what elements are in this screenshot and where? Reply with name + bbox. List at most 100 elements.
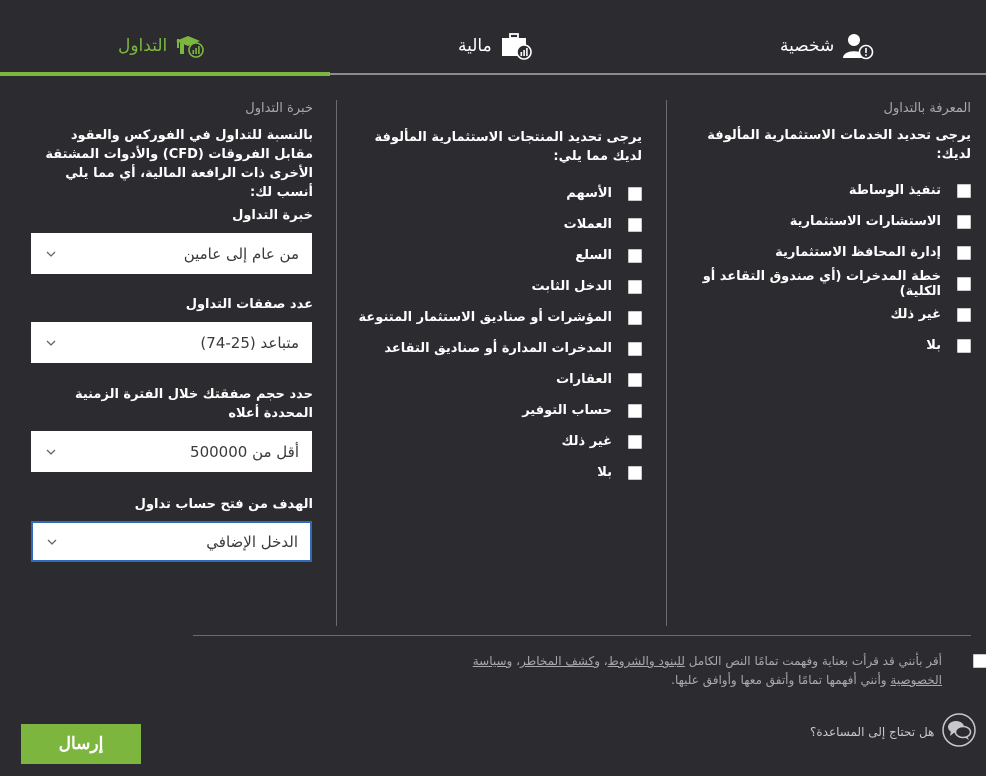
products-list: الأسهم العملات السلع الدخل الثابت المؤشر… [350,178,642,488]
checkbox-label: المؤشرات أو صناديق الاستثمار المتنوعة [358,310,612,325]
experience-select[interactable]: من عام إلى عامين [31,233,312,274]
agreement-checkbox[interactable] [973,654,986,668]
checkbox-label: السلع [575,248,612,263]
select-value: متباعد (25-74) [200,333,299,352]
trade-volume-label: حدد حجم صفقتك خلال الفترة الزمنية المحدد… [74,387,313,421]
help-link[interactable]: هل تحتاج إلى المساعدة؟ [810,713,977,751]
select-value: أقل من 500000 [190,442,299,461]
checkbox-label: بلا [926,338,941,353]
tab-personal[interactable]: شخصية [780,26,874,66]
trades-count-select[interactable]: متباعد (25-74) [31,322,312,363]
agreement-separator: ، و [594,654,608,668]
checkbox-label: العقارات [556,372,612,387]
footer-divider [193,635,971,636]
checkbox-label: المدخرات المدارة أو صناديق التقاعد [384,341,612,356]
checkbox-label: إدارة المحافظ الاستثمارية [775,245,941,260]
checkbox[interactable] [628,403,642,418]
checkbox-label: تنفيذ الوساطة [848,183,941,198]
experience-prompt: بالنسبة للتداول في الفوركس والعقود مقابل… [45,128,313,200]
services-list: تنفيذ الوساطة الاستشارات الاستثمارية إدا… [680,175,971,361]
list-item: الأسهم [350,178,642,209]
checkbox[interactable] [628,248,642,263]
list-item: العملات [350,209,642,240]
products-prompt: يرجى تحديد المنتجات الاستثمارية المألوفة… [374,130,642,164]
list-item: تنفيذ الوساطة [680,175,971,206]
chat-bubbles-icon [942,713,977,751]
graduation-cap-chart-icon [175,34,205,58]
checkbox[interactable] [628,217,642,232]
select-value: الدخل الإضافي [206,532,298,551]
list-item: خطة المدخرات (أي صندوق التقاعد أو الكلية… [680,268,971,299]
services-prompt: يرجى تحديد الخدمات الاستثمارية المألوفة … [707,128,971,162]
checkbox[interactable] [957,214,971,229]
submit-button[interactable]: إرسال [21,724,141,764]
tab-trading-label: التداول [118,36,168,56]
experience-section: خبرة التداول بالنسبة للتداول في الفوركس … [31,101,313,202]
chevron-down-icon [46,449,56,455]
trade-volume-select[interactable]: أقل من 500000 [31,431,312,472]
experience-title: خبرة التداول [245,101,313,116]
tab-finance-label: مالية [458,36,492,56]
list-item: إدارة المحافظ الاستثمارية [680,237,971,268]
checkbox-label: العملات [563,217,612,232]
column-divider [336,100,337,626]
trades-count-label: عدد صفقات التداول [185,297,313,312]
checkbox[interactable] [957,245,971,260]
agreement-part1: أقر بأنني قد قرأت بعناية وفهمت تمامًا ال… [684,654,942,668]
agreement-text: أقر بأنني قد قرأت بعناية وفهمت تمامًا ال… [470,652,942,690]
help-label: هل تحتاج إلى المساعدة؟ [810,725,935,739]
products-section: يرجى تحديد المنتجات الاستثمارية المألوفة… [350,128,642,488]
list-item: المؤشرات أو صناديق الاستثمار المتنوعة [350,302,642,333]
chevron-down-icon [46,251,56,257]
risk-disclosure-link[interactable]: كشف المخاطر [520,654,594,668]
chevron-down-icon [47,539,57,545]
checkbox[interactable] [628,434,642,449]
checkbox-label: حساب التوفير [522,403,612,418]
checkbox-label: الدخل الثابت [531,279,612,294]
user-alert-icon [842,32,874,60]
checkbox[interactable] [628,279,642,294]
list-item: المدخرات المدارة أو صناديق التقاعد [350,333,642,364]
agreement-part2: وأنني أفهمها تمامًا وأتفق معها وأوافق عل… [671,673,891,687]
checkbox[interactable] [628,465,642,480]
select-value: من عام إلى عامين [183,244,299,263]
checkbox[interactable] [957,183,971,198]
experience-field-label: خبرة التداول [232,208,313,223]
active-tab-indicator [0,72,330,76]
account-goal-select[interactable]: الدخل الإضافي [31,521,312,562]
checkbox[interactable] [957,276,971,291]
agreement-separator: ، و [506,654,521,668]
checkbox[interactable] [957,338,971,353]
list-item: العقارات [350,364,642,395]
list-item: بلا [350,457,642,488]
list-item: حساب التوفير [350,395,642,426]
list-item: السلع [350,240,642,271]
tab-trading[interactable]: التداول [118,26,205,66]
checkbox-label: الأسهم [566,186,612,201]
services-title: المعرفة بالتداول [883,101,971,116]
checkbox-label: غير ذلك [561,434,612,449]
list-item: بلا [680,330,971,361]
column-divider [666,100,667,626]
list-item: غير ذلك [680,299,971,330]
checkbox[interactable] [628,341,642,356]
checkbox[interactable] [628,310,642,325]
checkbox-label: بلا [597,465,612,480]
list-item: غير ذلك [350,426,642,457]
chevron-down-icon [46,340,56,346]
tab-bar: التداول مالية شخصية [0,0,986,76]
checkbox-label: غير ذلك [890,307,941,322]
checkbox-label: الاستشارات الاستثمارية [789,214,941,229]
list-item: الاستشارات الاستثمارية [680,206,971,237]
checkbox[interactable] [628,186,642,201]
checkbox-label: خطة المدخرات (أي صندوق التقاعد أو الكلية… [702,268,941,299]
terms-link[interactable]: للبنود والشروط [608,654,685,668]
briefcase-chart-icon [500,32,532,60]
checkbox[interactable] [628,372,642,387]
tab-finance[interactable]: مالية [458,26,532,66]
list-item: الدخل الثابت [350,271,642,302]
tab-personal-label: شخصية [780,36,835,56]
checkbox[interactable] [957,307,971,322]
services-section: المعرفة بالتداول يرجى تحديد الخدمات الاس… [680,101,971,361]
account-goal-label: الهدف من فتح حساب تداول [134,497,313,512]
